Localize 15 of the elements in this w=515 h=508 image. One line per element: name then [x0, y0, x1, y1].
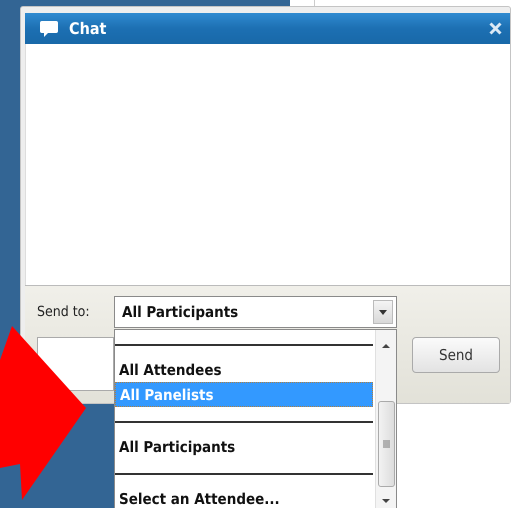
scroll-thumb[interactable]: [378, 401, 394, 487]
chat-bubble-icon: [39, 18, 59, 38]
recipient-dropdown[interactable]: All Participants: [114, 296, 397, 328]
scrollbar[interactable]: [375, 330, 396, 508]
window-title: Chat: [69, 19, 108, 38]
close-icon[interactable]: [489, 22, 502, 35]
grip-icon: [382, 440, 390, 448]
dropdown-option[interactable]: Select an Attendee...: [115, 486, 373, 508]
scroll-up-icon[interactable]: [381, 343, 391, 349]
scroll-down-icon[interactable]: [381, 498, 391, 504]
caret-icon[interactable]: [373, 300, 393, 324]
dropdown-option[interactable]: All Attendees: [115, 357, 373, 382]
dropdown-option[interactable]: All Participants: [115, 434, 373, 459]
send-to-label: Send to:: [37, 304, 91, 320]
send-button[interactable]: Send: [412, 337, 500, 373]
